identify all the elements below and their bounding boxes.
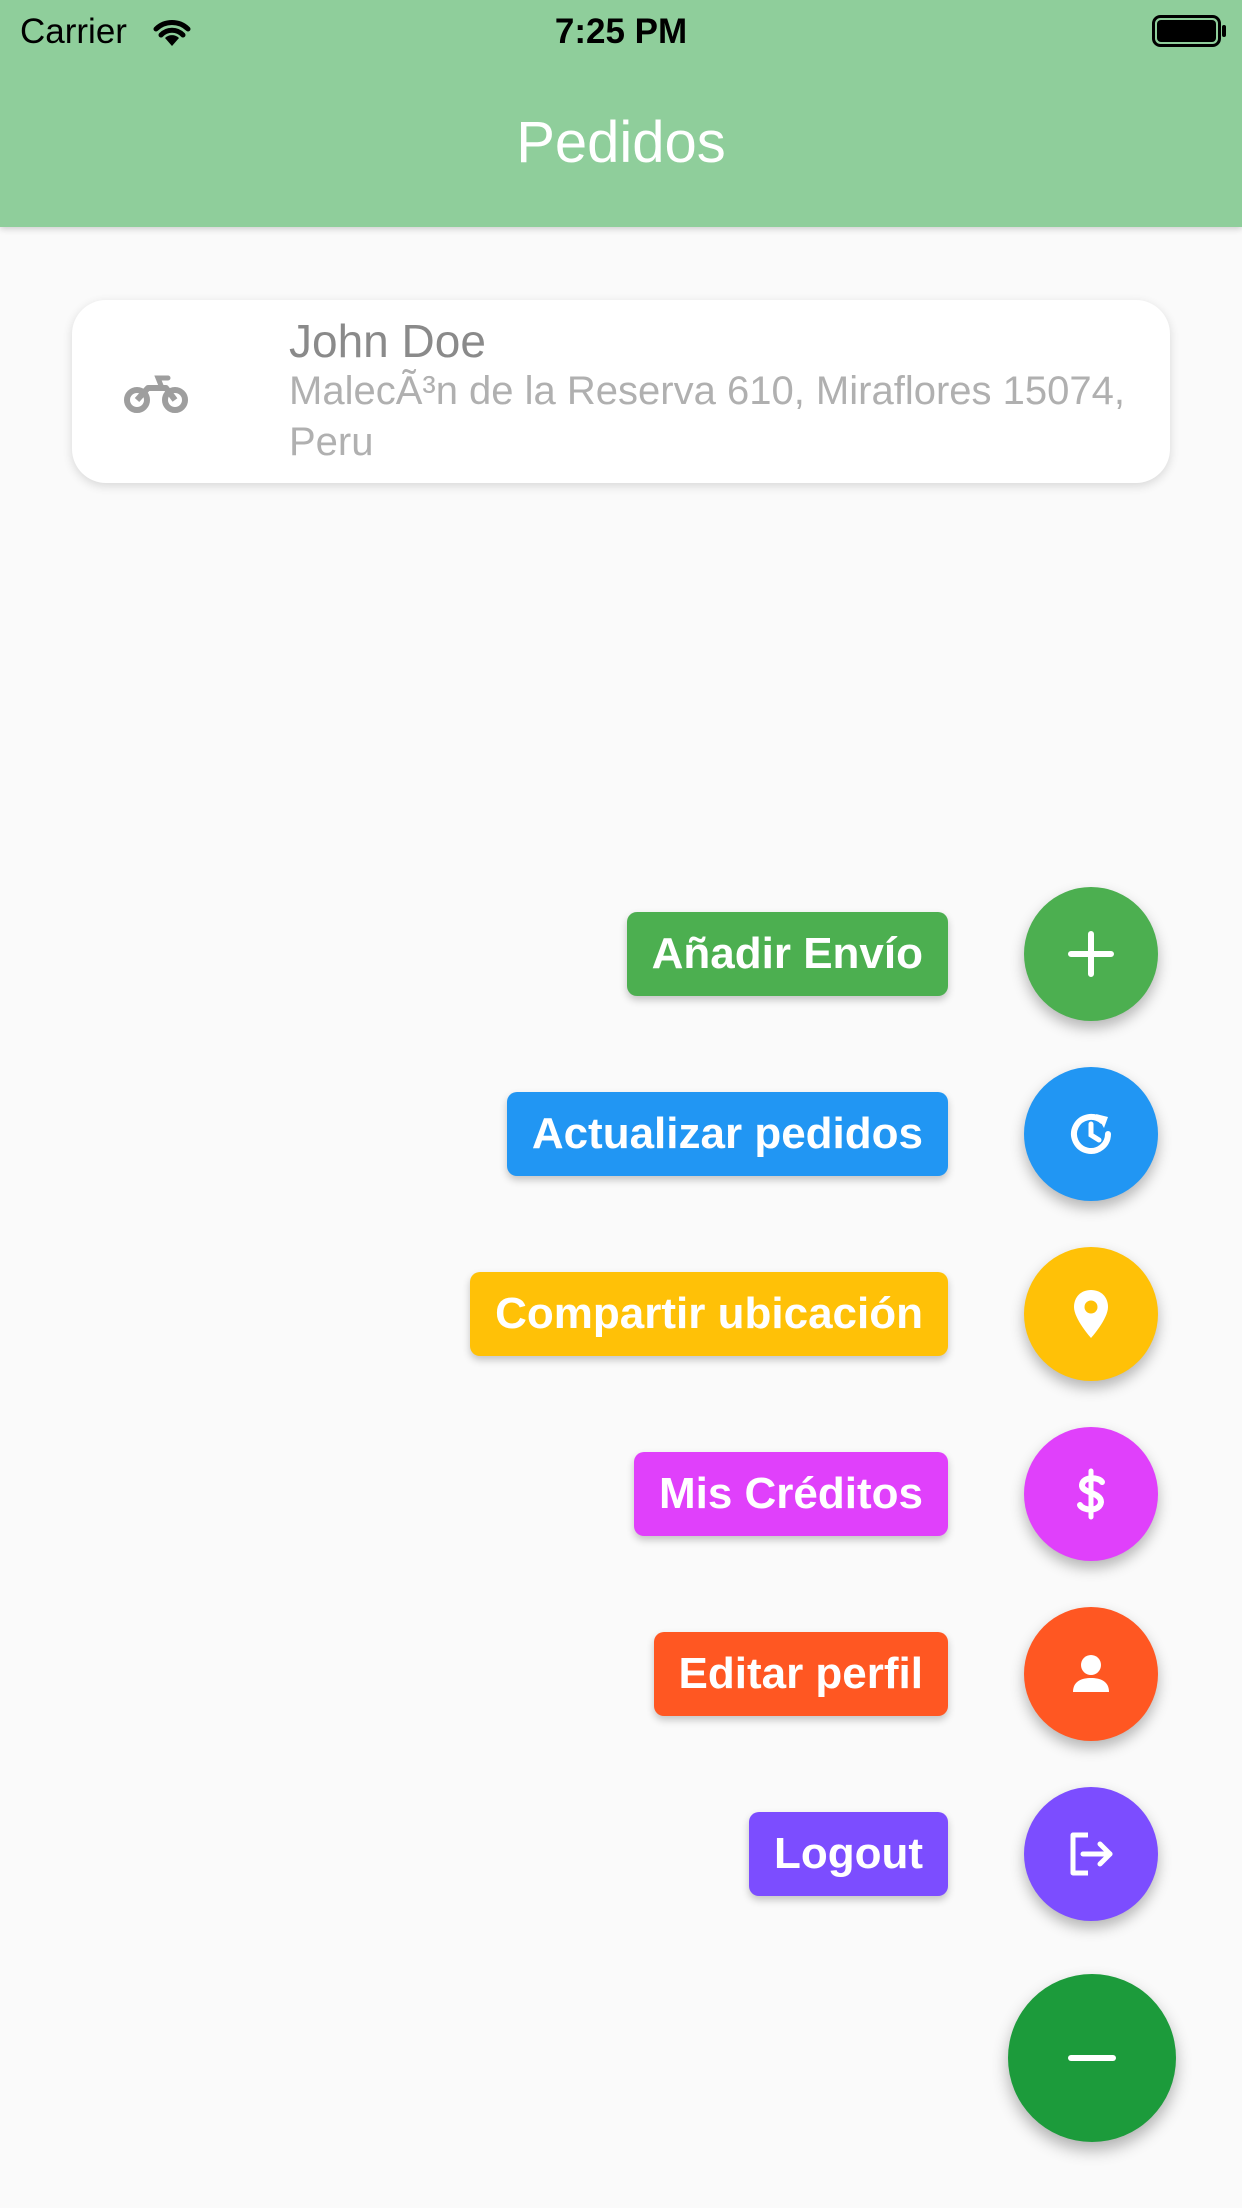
- order-card[interactable]: John Doe MalecÃ³n de la Reserva 610, Mir…: [72, 300, 1170, 483]
- motorcycle-icon: [124, 375, 188, 413]
- customer-address: MalecÃ³n de la Reserva 610, Miraflores 1…: [289, 369, 1125, 464]
- edit-profile-label[interactable]: Editar perfil: [653, 1632, 948, 1716]
- add-shipment-label[interactable]: Añadir Envío: [626, 912, 948, 996]
- edit-profile-button[interactable]: [1024, 1607, 1158, 1741]
- logout-button[interactable]: [1024, 1787, 1158, 1921]
- minus-icon: [1068, 2055, 1116, 2061]
- my-credits-label[interactable]: Mis Créditos: [633, 1452, 948, 1536]
- logout-icon: [1070, 1832, 1113, 1876]
- plus-icon: [1068, 931, 1114, 977]
- customer-name: John Doe: [289, 315, 486, 367]
- update-clock-icon: [1071, 1114, 1111, 1154]
- app-bar: Carrier 7:25 PM Pedidos: [0, 0, 1242, 227]
- share-location-label[interactable]: Compartir ubicación: [470, 1272, 948, 1356]
- close-menu-button[interactable]: [1008, 1974, 1176, 2142]
- page-title: Pedidos: [516, 110, 726, 175]
- battery-icon: [1152, 15, 1226, 47]
- dollar-icon: [1077, 1468, 1105, 1520]
- status-bar: Carrier 7:25 PM: [0, 0, 1242, 60]
- person-icon: [1073, 1655, 1109, 1692]
- share-location-button[interactable]: [1024, 1247, 1158, 1381]
- logout-label[interactable]: Logout: [748, 1812, 948, 1896]
- add-shipment-button[interactable]: [1024, 887, 1158, 1021]
- location-pin-icon: [1074, 1290, 1108, 1338]
- my-credits-button[interactable]: [1024, 1427, 1158, 1561]
- status-time: 7:25 PM: [554, 12, 688, 51]
- update-orders-button[interactable]: [1024, 1067, 1158, 1201]
- update-orders-label[interactable]: Actualizar pedidos: [506, 1092, 948, 1176]
